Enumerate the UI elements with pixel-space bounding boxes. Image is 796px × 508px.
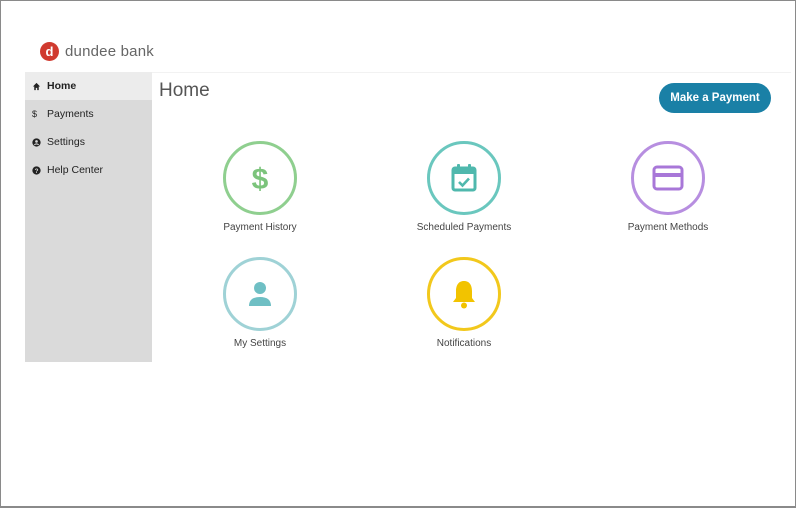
dollar-icon: $ <box>32 109 38 119</box>
brand-mark-icon: d <box>40 42 59 61</box>
sidebar-item-home[interactable]: Home <box>25 72 152 100</box>
sidebar: Home $ Payments Settings ? Help Center <box>25 72 152 362</box>
credit-card-icon <box>631 141 705 215</box>
tile-notifications[interactable]: Notifications <box>399 257 529 349</box>
make-payment-button[interactable]: Make a Payment <box>659 83 771 113</box>
sidebar-item-help-center[interactable]: ? Help Center <box>25 156 152 184</box>
page-title: Home <box>159 80 210 101</box>
sidebar-item-settings[interactable]: Settings <box>25 128 152 156</box>
brand-name: dundee bank <box>65 43 154 60</box>
tile-label: My Settings <box>233 338 287 349</box>
user-circle-icon <box>32 137 44 147</box>
tile-scheduled-payments[interactable]: Scheduled Payments <box>399 141 529 233</box>
tile-label: Notifications <box>436 338 492 349</box>
sidebar-item-label: Settings <box>47 136 85 148</box>
calendar-check-icon <box>427 141 501 215</box>
sidebar-item-payments[interactable]: $ Payments <box>25 100 152 128</box>
tile-label: Payment Methods <box>627 222 709 233</box>
sidebar-item-label: Help Center <box>47 164 104 176</box>
tile-label: Scheduled Payments <box>416 222 512 233</box>
bell-icon <box>427 257 501 331</box>
question-circle-icon: ? <box>32 165 44 175</box>
tile-label: Payment History <box>223 222 297 233</box>
svg-text:?: ? <box>35 167 39 174</box>
tile-my-settings[interactable]: My Settings <box>195 257 325 349</box>
home-icon <box>32 82 44 91</box>
sidebar-item-label: Home <box>47 80 77 92</box>
svg-text:$: $ <box>252 163 269 195</box>
tile-payment-history[interactable]: $ Payment History <box>195 141 325 233</box>
tile-payment-methods[interactable]: Payment Methods <box>603 141 733 233</box>
brand-logo[interactable]: d dundee bank <box>40 42 154 61</box>
dollar-icon: $ <box>223 141 297 215</box>
sidebar-item-label: Payments <box>47 108 94 120</box>
user-icon <box>223 257 297 331</box>
